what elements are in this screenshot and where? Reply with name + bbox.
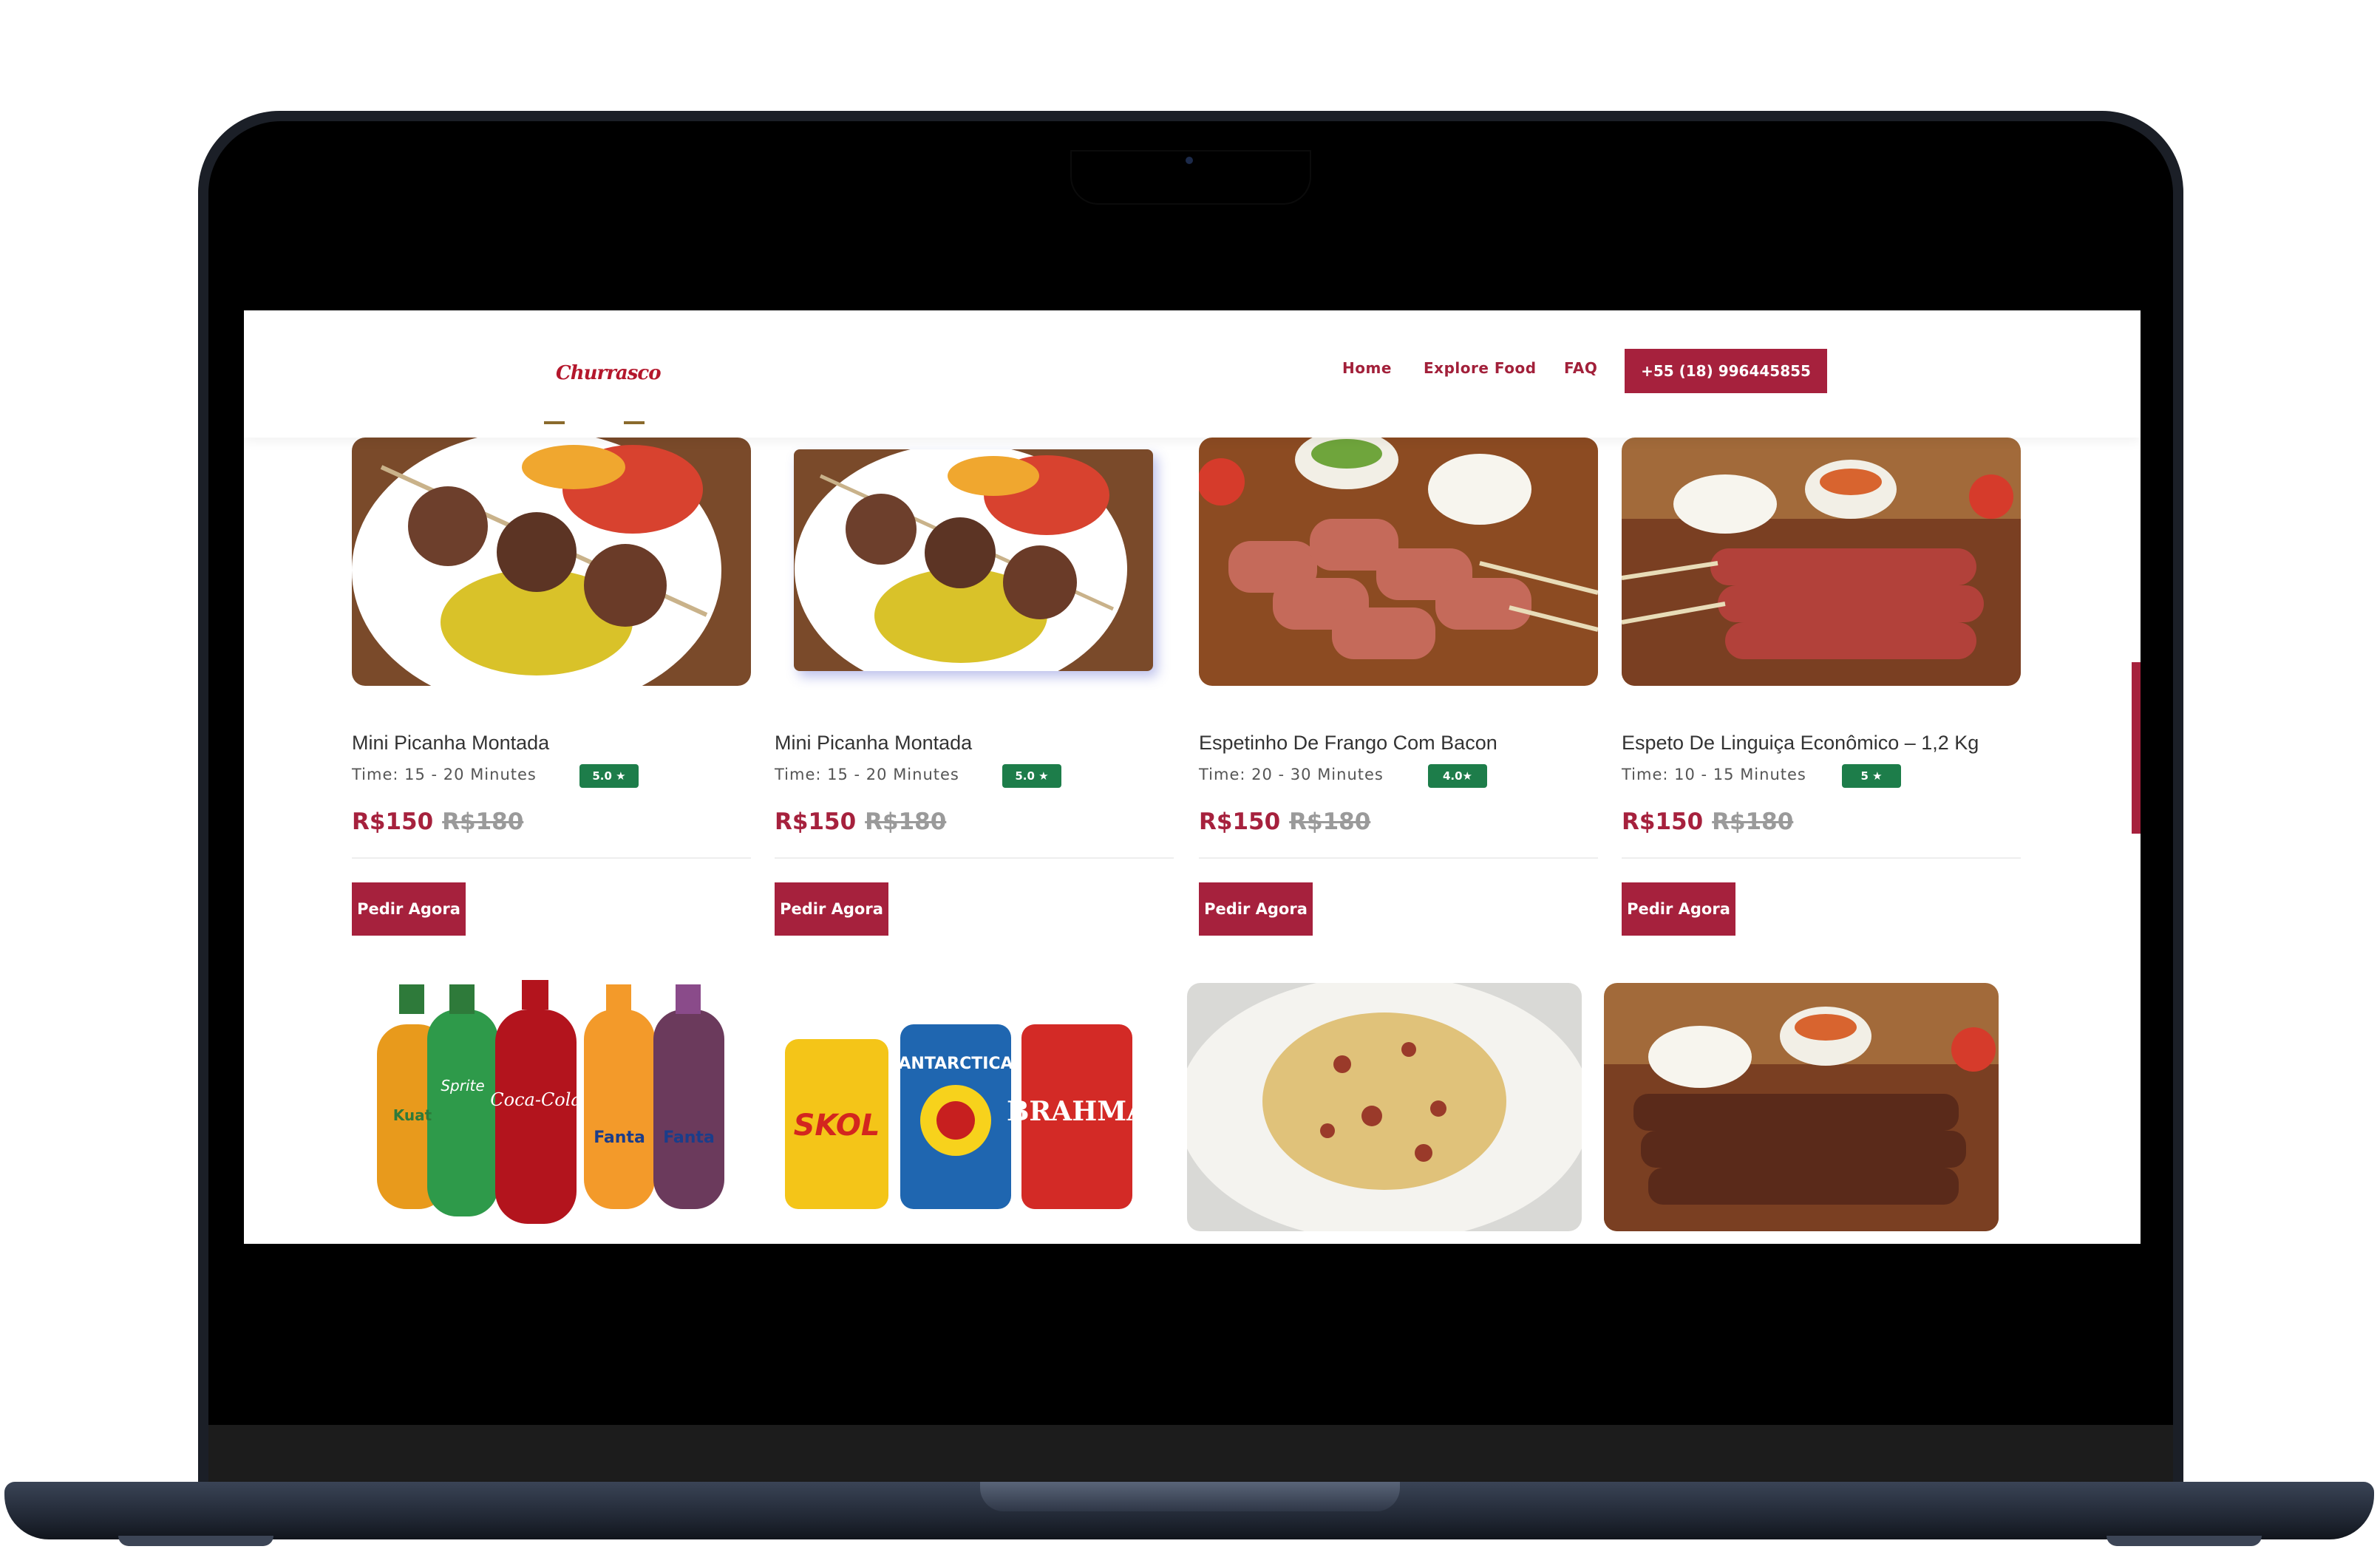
navbar: Churrasco Home Explore Food FAQ +55 (18)… bbox=[244, 310, 2141, 438]
camera-icon bbox=[1186, 157, 1193, 164]
nav-link-explore-food[interactable]: Explore Food bbox=[1424, 359, 1537, 377]
old-price: R$180 bbox=[442, 809, 524, 835]
product-time: Time: 20 - 30 Minutes bbox=[1199, 766, 1384, 783]
product-title[interactable]: Espeto De Linguiça Econômico – 1,2 Kg bbox=[1622, 732, 1979, 755]
product-title[interactable]: Espetinho De Frango Com Bacon bbox=[1199, 732, 1497, 755]
product-price: R$150 R$180 bbox=[775, 809, 946, 835]
card-divider bbox=[352, 857, 751, 859]
soda-label-fanta-uva: Fanta bbox=[663, 1129, 715, 1147]
old-price: R$180 bbox=[1289, 809, 1371, 835]
laptop-foot-left bbox=[118, 1536, 273, 1546]
phone-button[interactable]: +55 (18) 996445855 bbox=[1625, 349, 1827, 393]
current-price: R$150 bbox=[1622, 809, 1704, 835]
order-button[interactable]: Pedir Agora bbox=[1199, 882, 1313, 936]
laptop-bezel-bottom bbox=[208, 1425, 2173, 1482]
rating-badge: 4.0★ bbox=[1428, 764, 1487, 788]
beer-label-antarctica: ANTARCTICA bbox=[898, 1055, 1013, 1073]
product-image-sausage[interactable] bbox=[1622, 438, 2021, 686]
rating-badge: 5 ★ bbox=[1842, 764, 1901, 788]
logo-text: Churrasco bbox=[556, 362, 662, 384]
old-price: R$180 bbox=[1712, 809, 1794, 835]
product-image-beers[interactable]: SKOL ANTARCTICA BRAHMA bbox=[775, 980, 1137, 1236]
product-image-chicken-bacon[interactable] bbox=[1199, 438, 1598, 686]
product-image-picanha[interactable] bbox=[352, 438, 751, 686]
website-screen: Churrasco Home Explore Food FAQ +55 (18)… bbox=[244, 310, 2141, 1244]
rating-badge: 5.0 ★ bbox=[579, 764, 639, 788]
laptop-foot-right bbox=[2107, 1536, 2262, 1546]
old-price: R$180 bbox=[865, 809, 947, 835]
product-time: Time: 15 - 20 Minutes bbox=[352, 766, 537, 783]
current-price: R$150 bbox=[1199, 809, 1281, 835]
product-price: R$150 R$180 bbox=[352, 809, 523, 835]
product-title[interactable]: Mini Picanha Montada bbox=[352, 732, 549, 755]
card-divider bbox=[1199, 857, 1598, 859]
product-time: Time: 10 - 15 Minutes bbox=[1622, 766, 1806, 783]
card-divider bbox=[1622, 857, 2021, 859]
product-title[interactable]: Mini Picanha Montada bbox=[775, 732, 972, 755]
product-image-picanha-hover[interactable] bbox=[794, 449, 1153, 671]
beer-label-brahma: BRAHMA bbox=[1007, 1096, 1137, 1127]
logo-skewer-left bbox=[544, 421, 565, 424]
page-scrollbar-thumb[interactable] bbox=[2132, 662, 2141, 834]
order-button[interactable]: Pedir Agora bbox=[775, 882, 888, 936]
product-price: R$150 R$180 bbox=[1199, 809, 1370, 835]
card-divider bbox=[775, 857, 1174, 859]
current-price: R$150 bbox=[775, 809, 857, 835]
current-price: R$150 bbox=[352, 809, 434, 835]
laptop-hinge bbox=[980, 1482, 1400, 1511]
soda-label-sprite: Sprite bbox=[441, 1077, 484, 1095]
order-button[interactable]: Pedir Agora bbox=[1622, 882, 1735, 936]
product-time: Time: 15 - 20 Minutes bbox=[775, 766, 959, 783]
nav-link-faq[interactable]: FAQ bbox=[1564, 359, 1597, 377]
nav-link-home[interactable]: Home bbox=[1342, 359, 1392, 377]
product-price: R$150 R$180 bbox=[1622, 809, 1793, 835]
logo-skewer-right bbox=[624, 421, 645, 424]
soda-label-coca-cola: Coca-Cola bbox=[490, 1089, 581, 1110]
beer-label-skol: SKOL bbox=[794, 1109, 880, 1143]
product-image-sodas[interactable]: Kuat Sprite Coca-Cola Fanta Fanta bbox=[370, 980, 732, 1236]
product-image-farofa[interactable] bbox=[1187, 983, 1582, 1231]
product-image-beef-skewers[interactable] bbox=[1604, 983, 1999, 1231]
rating-badge: 5.0 ★ bbox=[1002, 764, 1061, 788]
soda-label-fanta: Fanta bbox=[594, 1129, 645, 1147]
soda-label-kuat: Kuat bbox=[393, 1106, 432, 1124]
order-button[interactable]: Pedir Agora bbox=[352, 882, 466, 936]
